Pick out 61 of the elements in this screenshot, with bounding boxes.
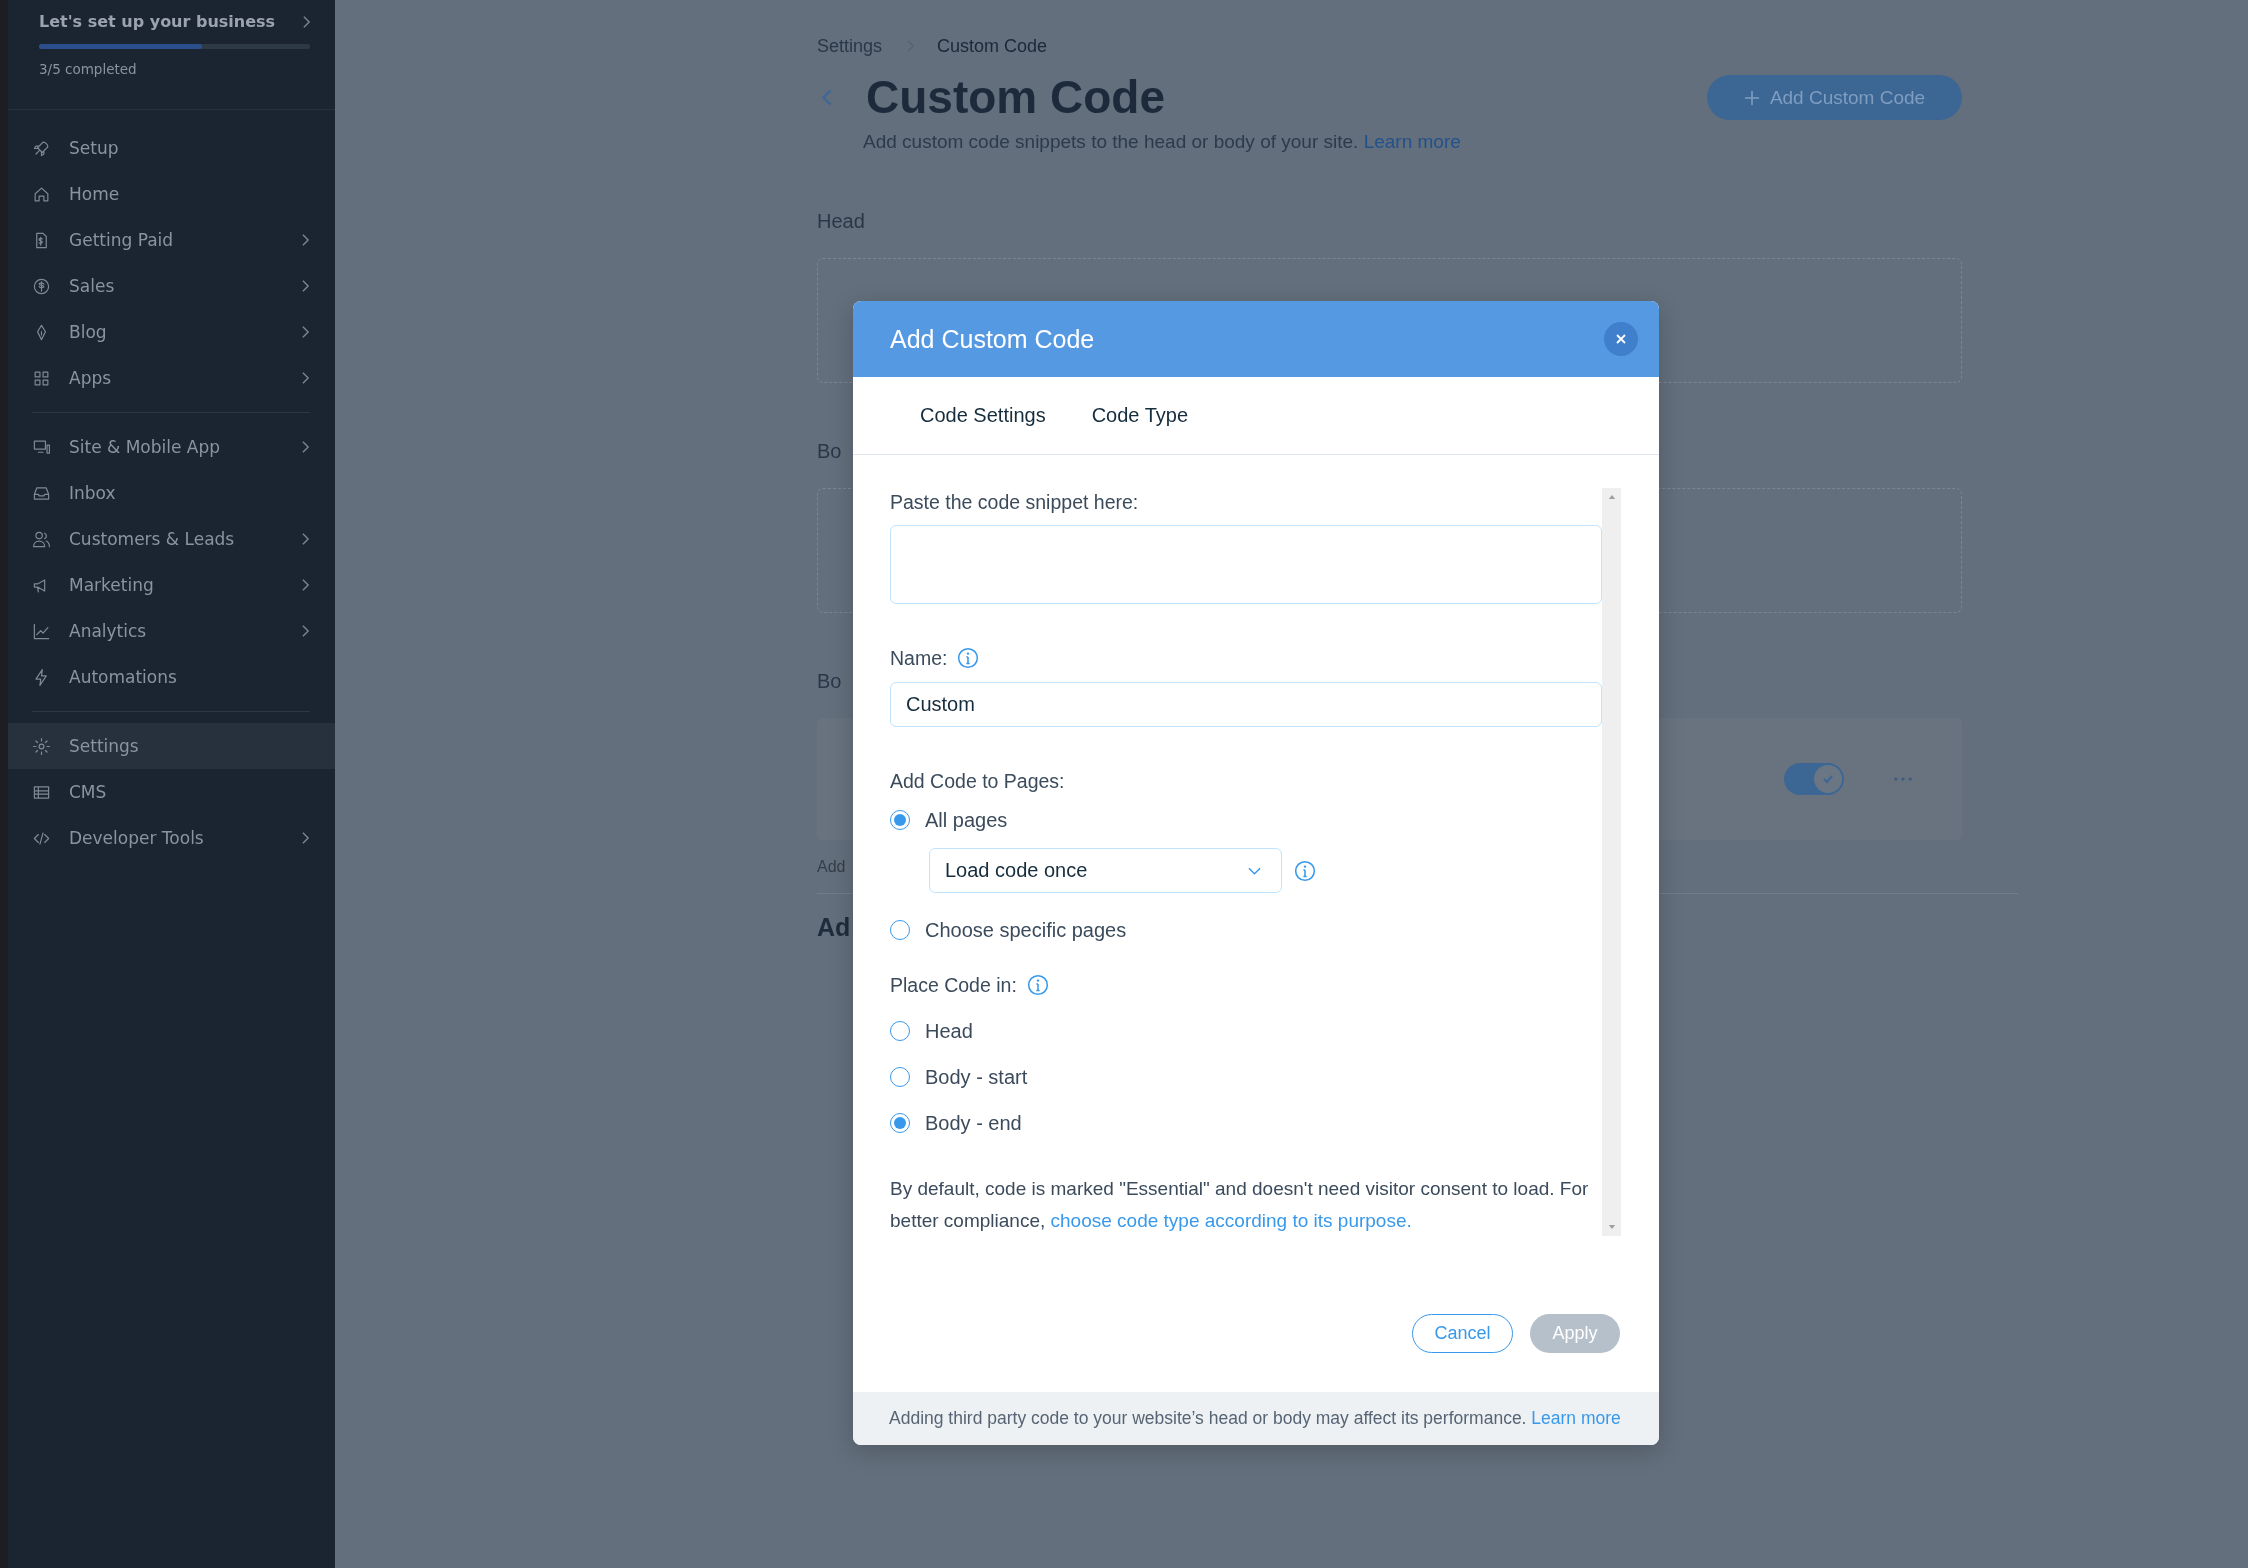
radio-option[interactable]: Head: [890, 1016, 1602, 1046]
radio-option[interactable]: All pages: [890, 805, 1602, 835]
load-dropdown[interactable]: Load code once: [929, 848, 1282, 893]
scroll-up-icon[interactable]: [1607, 494, 1616, 499]
sidebar-item[interactable]: Apps: [8, 355, 335, 401]
code-snippet-field[interactable]: [890, 525, 1602, 604]
sidebar-item[interactable]: CMS: [8, 769, 335, 815]
scrollbar[interactable]: [1602, 488, 1621, 1236]
toggle-switch[interactable]: [1784, 763, 1844, 795]
sidebar-item[interactable]: Blog: [8, 309, 335, 355]
dialog-title: Add Custom Code: [890, 324, 1095, 354]
section-label: Bo: [817, 669, 842, 693]
breadcrumb[interactable]: Custom Code: [937, 35, 1048, 57]
sidebar-item[interactable]: Home: [8, 171, 335, 217]
cancel-button[interactable]: Cancel: [1412, 1314, 1513, 1353]
sidebar-item[interactable]: Customers & Leads: [8, 516, 335, 562]
settings-icon: [32, 736, 51, 756]
field-label: Place Code in:: [890, 973, 1017, 997]
scroll-down-icon[interactable]: [1607, 1225, 1616, 1230]
tab[interactable]: Code Type: [1091, 404, 1188, 427]
close-icon: [1615, 333, 1627, 345]
info-icon[interactable]: [1294, 859, 1316, 882]
code-type-link[interactable]: choose code type according to its purpose.: [1050, 1210, 1412, 1231]
sidebar-item[interactable]: Automations: [8, 654, 335, 700]
radio-option[interactable]: Body - start: [890, 1062, 1602, 1092]
sidebar-item[interactable]: Settings: [8, 723, 335, 769]
sidebar-item[interactable]: Sales: [8, 263, 335, 309]
sidebar-item[interactable]: Marketing: [8, 562, 335, 608]
field-label: Paste the code snippet here:: [890, 490, 1140, 514]
notice-text: By default, code is marked "Essential" and doesn't need visitor consent to load. For better compliance, choose code type according to its purpose.: [890, 1177, 1590, 1233]
sidebar-item[interactable]: Analytics: [8, 608, 335, 654]
section-heading: Ad: [817, 912, 851, 942]
more-icon[interactable]: [1894, 777, 1912, 781]
page-title: Custom Code: [866, 75, 1166, 120]
sidebar-item[interactable]: Getting Paid: [8, 217, 335, 263]
field-label: Name:: [890, 646, 948, 670]
learn-more-link[interactable]: Learn more: [1531, 1408, 1621, 1428]
setup-title[interactable]: Let's set up your business: [39, 12, 276, 31]
plus-icon: [1743, 89, 1760, 106]
close-button[interactable]: [1604, 322, 1638, 356]
section-label: Bo: [817, 439, 842, 463]
sidebar-item[interactable]: Site & Mobile App: [8, 424, 335, 470]
progress-text: 3/5 completed: [39, 61, 138, 77]
sidebar-item[interactable]: Setup: [8, 125, 335, 171]
tab[interactable]: Code Settings: [920, 404, 1046, 427]
info-icon[interactable]: [957, 647, 980, 669]
radio-option[interactable]: Choose specific pages: [890, 915, 1602, 945]
footer-text: Adding third party code to your website’s head or body may affect its performance. Learn more: [889, 1408, 1621, 1429]
sidebar-item[interactable]: Developer Tools: [8, 815, 335, 861]
radio-option[interactable]: Body - end: [890, 1108, 1602, 1138]
name-field[interactable]: Custom: [890, 682, 1602, 727]
home-icon: [32, 184, 51, 204]
field-label: Add Code to Pages:: [890, 769, 1066, 793]
sidebar-item[interactable]: Inbox: [8, 470, 335, 516]
people-icon: [32, 529, 51, 549]
caret-icon: [1248, 866, 1261, 875]
chart-icon: [32, 621, 51, 641]
dollar-icon: [32, 276, 51, 296]
chevron-icon: [302, 14, 311, 29]
info-icon[interactable]: [1026, 974, 1049, 996]
section-label: Head: [817, 210, 865, 232]
